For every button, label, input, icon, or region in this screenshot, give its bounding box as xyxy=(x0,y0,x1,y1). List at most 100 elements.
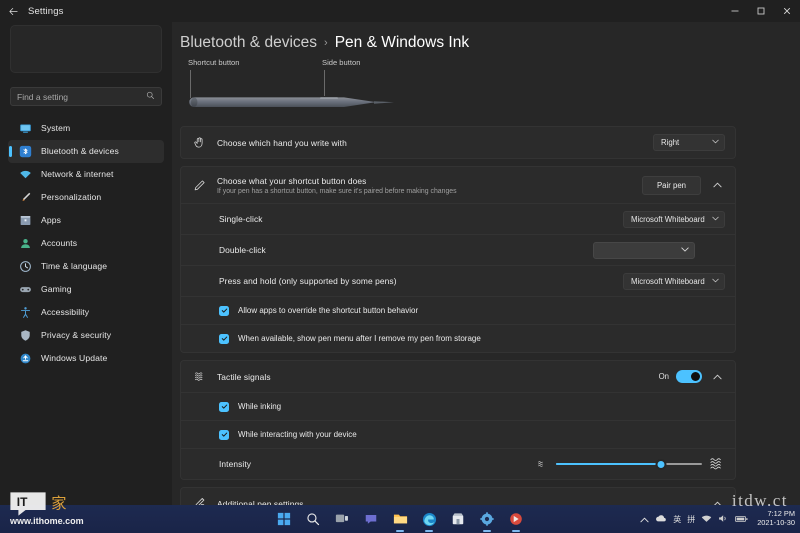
row-writing-hand[interactable]: Choose which hand you write with Right xyxy=(181,127,735,158)
writing-hand-dropdown[interactable]: Right xyxy=(653,134,725,151)
checkbox-label: While inking xyxy=(238,402,282,411)
row-controls: Microsoft Whiteboard xyxy=(623,272,725,290)
chevron-down-icon xyxy=(681,246,689,254)
file-explorer-icon[interactable] xyxy=(391,510,409,528)
search-setting-box[interactable]: Find a setting xyxy=(10,87,162,106)
edge-icon[interactable] xyxy=(420,510,438,528)
row-double-click[interactable]: Double-click xyxy=(181,234,735,265)
row-tactile-header[interactable]: Tactile signals On xyxy=(181,361,735,392)
paintbrush-icon xyxy=(18,190,32,204)
taskbar-clock[interactable]: 7:12 PM 2021-10-30 xyxy=(757,510,795,527)
tactile-collapse-button[interactable] xyxy=(709,369,725,385)
checkbox-show-pen-menu[interactable] xyxy=(219,333,229,344)
sidebar-item-label: Privacy & security xyxy=(41,330,112,341)
task-view-icon[interactable] xyxy=(333,510,351,528)
sidebar-item-accounts[interactable]: Accounts xyxy=(8,232,164,255)
sidebar-item-label: Accessibility xyxy=(41,307,90,318)
additional-collapse-button[interactable] xyxy=(709,496,725,505)
wifi-icon xyxy=(18,167,32,181)
store-icon[interactable] xyxy=(449,510,467,528)
page-title: Pen & Windows Ink xyxy=(334,34,470,51)
search-icon[interactable] xyxy=(304,510,322,528)
sidebar-item-label: System xyxy=(41,123,71,134)
row-press-and-hold[interactable]: Press and hold (only supported by some p… xyxy=(181,265,735,296)
close-button[interactable] xyxy=(774,0,800,22)
row-while-inking[interactable]: While inking xyxy=(181,392,735,420)
side-button-label: Side button xyxy=(322,58,361,67)
dropdown-value: Microsoft Whiteboard xyxy=(631,276,705,286)
sidebar-item-time-language[interactable]: Time & language xyxy=(8,255,164,278)
bluetooth-icon xyxy=(18,144,32,158)
clock-icon xyxy=(18,259,32,273)
minimize-button[interactable] xyxy=(722,0,748,22)
side-leader-line xyxy=(324,70,325,96)
row-shortcut-header[interactable]: Choose what your shortcut button does If… xyxy=(181,167,735,203)
press-and-hold-dropdown[interactable]: Microsoft Whiteboard xyxy=(623,272,725,290)
chat-icon[interactable] xyxy=(362,510,380,528)
sidebar-item-label: Apps xyxy=(41,215,61,226)
back-button[interactable] xyxy=(0,0,26,22)
sidebar-item-personalization[interactable]: Personalization xyxy=(8,186,164,209)
sidebar-item-gaming[interactable]: Gaming xyxy=(8,278,164,301)
user-profile-card[interactable] xyxy=(10,25,162,73)
shortcut-leader-line xyxy=(190,70,191,98)
row-single-click[interactable]: Single-click Microsoft Whiteboard xyxy=(181,203,735,234)
search-icon xyxy=(146,91,155,102)
ime-pinyin-indicator[interactable]: 拼 xyxy=(687,514,695,525)
checkbox-allow-override[interactable] xyxy=(219,305,229,316)
waves-icon xyxy=(191,369,207,385)
row-text: Double-click xyxy=(219,245,593,255)
row-additional-pen-settings[interactable]: Additional pen settings xyxy=(181,488,735,505)
sidebar-item-windows-update[interactable]: Windows Update xyxy=(8,347,164,370)
checkbox-while-inking[interactable] xyxy=(219,401,229,412)
volume-icon[interactable] xyxy=(718,510,729,528)
row-controls: Pair pen xyxy=(641,175,725,195)
maximize-button[interactable] xyxy=(748,0,774,22)
search-input-placeholder[interactable]: Find a setting xyxy=(17,92,146,102)
large-waves-icon xyxy=(709,457,725,471)
shield-icon xyxy=(18,328,32,342)
tray-overflow-button[interactable] xyxy=(640,510,649,528)
checkbox-while-interacting[interactable] xyxy=(219,429,229,440)
sidebar-item-accessibility[interactable]: Accessibility xyxy=(8,301,164,324)
breadcrumb-parent[interactable]: Bluetooth & devices xyxy=(180,34,317,52)
small-waves-icon xyxy=(536,459,549,470)
start-icon[interactable] xyxy=(275,510,293,528)
row-intensity[interactable]: Intensity xyxy=(181,448,735,479)
app-icon[interactable] xyxy=(507,510,525,528)
settings-icon[interactable] xyxy=(478,510,496,528)
row-controls: Microsoft Whiteboard xyxy=(623,210,725,228)
window-title: Settings xyxy=(28,5,64,17)
sidebar-item-apps[interactable]: Apps xyxy=(8,209,164,232)
slider-thumb[interactable] xyxy=(655,458,667,470)
accessibility-icon xyxy=(18,305,32,319)
sidebar-item-label: Windows Update xyxy=(41,353,108,364)
setting-label: Double-click xyxy=(219,245,266,255)
network-icon[interactable] xyxy=(701,510,712,528)
card-additional-pen-settings: Additional pen settings xyxy=(180,487,736,505)
pair-pen-button[interactable]: Pair pen xyxy=(641,175,701,195)
setting-subtitle: If your pen has a shortcut button, make … xyxy=(217,187,457,195)
shortcut-collapse-button[interactable] xyxy=(709,177,725,193)
watermark-brand: IT xyxy=(17,495,28,509)
ime-mode-indicator[interactable]: 英 xyxy=(673,514,681,525)
sidebar-item-label: Bluetooth & devices xyxy=(41,146,119,157)
double-click-dropdown[interactable] xyxy=(593,241,695,259)
sidebar-item-label: Network & internet xyxy=(41,169,114,180)
sidebar-item-privacy-security[interactable]: Privacy & security xyxy=(8,324,164,347)
settings-window: Settings Find a setting System Bluetooth… xyxy=(0,0,800,533)
intensity-slider[interactable] xyxy=(556,458,702,470)
tactile-signals-toggle[interactable] xyxy=(676,369,702,384)
single-click-dropdown[interactable]: Microsoft Whiteboard xyxy=(623,210,725,228)
battery-icon[interactable] xyxy=(735,510,748,528)
sidebar-item-network-internet[interactable]: Network & internet xyxy=(8,163,164,186)
row-while-interacting[interactable]: While interacting with your device xyxy=(181,420,735,448)
row-show-pen-menu[interactable]: When available, show pen menu after I re… xyxy=(181,324,735,352)
row-text: Intensity xyxy=(219,459,536,469)
row-allow-apps-override[interactable]: Allow apps to override the shortcut butt… xyxy=(181,296,735,324)
sidebar-item-system[interactable]: System xyxy=(8,117,164,140)
checkmark-icon xyxy=(221,308,227,313)
sidebar-item-label: Accounts xyxy=(41,238,78,249)
cloud-icon[interactable] xyxy=(655,510,667,528)
sidebar-item-bluetooth-devices[interactable]: Bluetooth & devices xyxy=(8,140,164,163)
